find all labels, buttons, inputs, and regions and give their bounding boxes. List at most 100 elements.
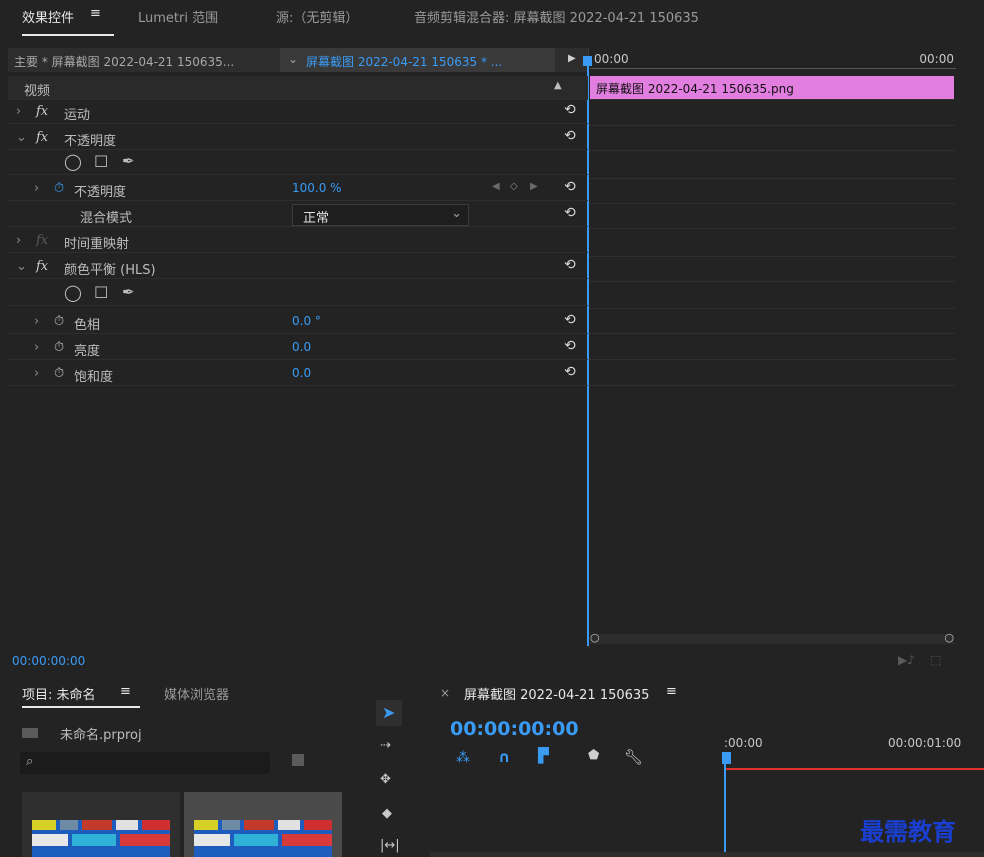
color-balance-row[interactable]: ⌄ fx 颜色平衡 (HLS) ⟲ — [8, 255, 588, 279]
stopwatch-active-icon[interactable]: ⏱ — [54, 181, 64, 196]
motion-row[interactable]: › fx 运动 ⟲ — [8, 100, 588, 124]
zoom-handle-left[interactable]: ○ — [590, 631, 600, 644]
next-keyframe-icon[interactable]: ▶ — [530, 181, 538, 192]
lightness-row[interactable]: › ⏱ 亮度 0.0 ⟲ — [8, 336, 588, 360]
tab-project-menu-icon[interactable]: ≡ — [120, 684, 131, 699]
hue-row[interactable]: › ⏱ 色相 0.0 ° ⟲ — [8, 310, 588, 334]
rectangle-mask-icon[interactable]: ☐ — [94, 152, 108, 171]
ec-zoom-scrollbar[interactable]: ○ ○ — [590, 631, 954, 644]
hue-value[interactable]: 0.0 ° — [292, 314, 321, 328]
tab-effect-controls[interactable]: 效果控件 — [22, 7, 74, 26]
expand-chevron-icon[interactable]: › — [34, 366, 39, 381]
pen-mask-icon[interactable]: ✒ — [122, 152, 135, 170]
tab-source[interactable]: 源:（无剪辑） — [276, 7, 358, 26]
opacity-group-row[interactable]: ⌄ fx 不透明度 ⟲ — [8, 126, 588, 150]
track-select-icon[interactable]: ⇢ — [380, 738, 391, 753]
fx-icon[interactable]: fx — [36, 259, 48, 274]
add-keyframe-icon[interactable]: ◇ — [510, 181, 518, 192]
row-line — [589, 203, 955, 204]
reset-icon[interactable]: ⟲ — [564, 205, 576, 221]
tab-audio-mixer[interactable]: 音频剪辑混合器: 屏幕截图 2022-04-21 150635 — [414, 7, 699, 26]
play-triangle-icon[interactable]: ▶ — [568, 53, 576, 64]
expand-chevron-icon[interactable]: › — [16, 233, 21, 248]
fx-icon[interactable]: fx — [36, 130, 48, 145]
row-line — [589, 281, 955, 282]
row-line — [589, 150, 955, 151]
pen-mask-icon[interactable]: ✒ — [122, 283, 135, 301]
fx-icon[interactable]: fx — [36, 104, 48, 119]
tab-menu-icon[interactable]: ≡ — [90, 6, 101, 21]
clip-name: 屏幕截图 2022-04-21 150635.png — [596, 82, 794, 96]
razor-icon[interactable]: ◆ — [382, 806, 392, 821]
ruler-baseline — [590, 68, 956, 69]
stopwatch-icon[interactable]: ⏱ — [54, 366, 64, 381]
tab-project[interactable]: 项目: 未命名 — [22, 684, 96, 703]
expand-chevron-icon[interactable]: › — [34, 340, 39, 355]
tab-media-browser[interactable]: 媒体浏览器 — [164, 684, 229, 703]
saturation-row[interactable]: › ⏱ 饱和度 0.0 ⟲ — [8, 362, 588, 386]
reset-icon[interactable]: ⟲ — [564, 128, 576, 144]
ec-time-ruler[interactable]: 00:00 00:00 — [590, 48, 956, 72]
sequence-title[interactable]: 屏幕截图 2022-04-21 150635 — [464, 684, 649, 703]
wrench-icon[interactable]: 🔧︎ — [624, 748, 643, 766]
project-search-input[interactable]: ⌕ — [20, 752, 270, 774]
snap-icon[interactable]: ⁂ — [456, 750, 470, 766]
work-area-bar[interactable] — [724, 768, 984, 770]
clip-bar[interactable]: 屏幕截图 2022-04-21 150635.png — [590, 76, 954, 99]
close-icon[interactable]: × — [440, 686, 450, 700]
ec-timeline[interactable] — [588, 48, 955, 648]
reset-icon[interactable]: ⟲ — [564, 312, 576, 328]
new-search-bin-icon[interactable] — [292, 754, 304, 766]
play-audio-icon[interactable]: ▶♪ — [898, 653, 915, 667]
export-frame-icon[interactable]: ⬚ — [930, 653, 941, 667]
media-thumbnail[interactable] — [22, 792, 180, 857]
blend-mode-value: 正常 — [303, 211, 330, 226]
fx-disabled-icon: fx — [36, 233, 49, 248]
selection-tool[interactable]: ➤ — [376, 700, 402, 726]
opacity-param-row[interactable]: › ⏱ 不透明度 100.0 % ◀ ◇ ▶ ⟲ — [8, 177, 588, 201]
marker-icon[interactable]: ⬟ — [588, 748, 599, 763]
reset-icon[interactable]: ⟲ — [564, 257, 576, 273]
collapse-up-icon[interactable]: ▲ — [554, 80, 562, 91]
reset-icon[interactable]: ⟲ — [564, 364, 576, 380]
hue-label: 色相 — [74, 318, 101, 333]
tab-lumetri[interactable]: Lumetri 范围 — [138, 7, 218, 26]
stopwatch-icon[interactable]: ⏱ — [54, 314, 64, 329]
sequence-playhead-line[interactable] — [724, 762, 726, 857]
saturation-value[interactable]: 0.0 — [292, 366, 311, 380]
active-tab-underline — [22, 34, 114, 36]
slip-icon[interactable]: |↔| — [380, 838, 400, 853]
ellipse-mask-icon[interactable]: ◯ — [64, 283, 82, 302]
expand-chevron-icon[interactable]: › — [34, 314, 39, 329]
ripple-edit-icon[interactable]: ✥ — [380, 772, 391, 787]
expand-chevron-icon[interactable]: › — [34, 181, 39, 196]
time-remap-row[interactable]: › fx 时间重映射 — [8, 229, 588, 253]
sequence-timecode[interactable]: 00:00:00:00 — [450, 718, 579, 740]
clip-selector[interactable]: ⌄ 屏幕截图 2022-04-21 150635 * ... — [280, 48, 555, 72]
master-clip-label[interactable]: 主要 * 屏幕截图 2022-04-21 150635... — [14, 53, 234, 70]
collapse-chevron-icon[interactable]: ⌄ — [16, 130, 27, 145]
collapse-chevron-icon[interactable]: ⌄ — [16, 259, 27, 274]
zoom-handle-right[interactable]: ○ — [944, 631, 954, 644]
opacity-value[interactable]: 100.0 % — [292, 181, 342, 195]
rectangle-mask-icon[interactable]: ☐ — [94, 283, 108, 302]
blend-mode-select[interactable]: 正常 ⌄ — [292, 204, 469, 226]
ec-timecode[interactable]: 00:00:00:00 — [12, 654, 85, 668]
prev-keyframe-icon[interactable]: ◀ — [492, 181, 500, 192]
reset-icon[interactable]: ⟲ — [564, 179, 576, 195]
motion-label: 运动 — [64, 108, 91, 123]
stopwatch-icon[interactable]: ⏱ — [54, 340, 64, 355]
linked-selection-icon[interactable]: ∩ — [498, 748, 510, 766]
sequence-scrollbar[interactable] — [430, 852, 984, 857]
sequence-menu-icon[interactable]: ≡ — [666, 684, 677, 699]
add-marker-toggle-icon[interactable]: ▛ — [538, 748, 549, 764]
expand-chevron-icon[interactable]: › — [16, 104, 21, 119]
ellipse-mask-icon[interactable]: ◯ — [64, 152, 82, 171]
reset-icon[interactable]: ⟲ — [564, 102, 576, 118]
active-tab-underline — [22, 706, 140, 708]
playhead-handle[interactable] — [583, 56, 592, 66]
media-thumbnail-selected[interactable] — [184, 792, 342, 857]
ruler-start: 00:00 — [594, 52, 629, 66]
lightness-value[interactable]: 0.0 — [292, 340, 311, 354]
reset-icon[interactable]: ⟲ — [564, 338, 576, 354]
